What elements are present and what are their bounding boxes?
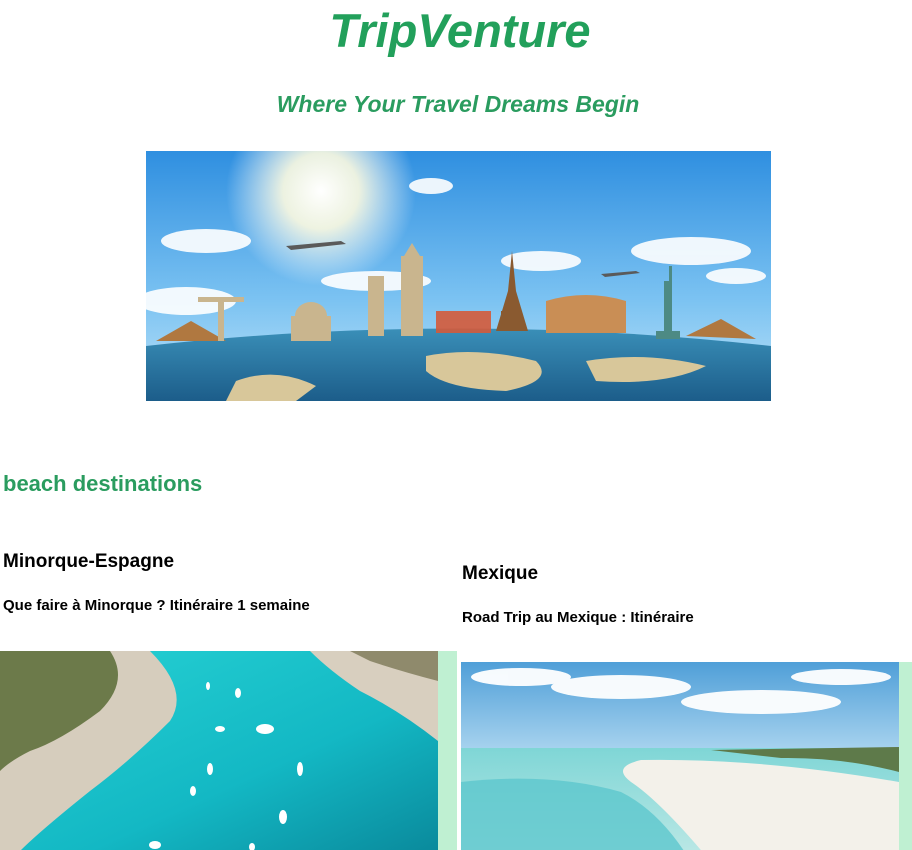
destination-card-mexique[interactable]: Mexique Road Trip au Mexique : Itinérair… (459, 560, 912, 850)
destination-photo-frame (0, 651, 457, 850)
destination-name: Minorque-Espagne (3, 551, 175, 572)
destination-name: Mexique (462, 563, 539, 584)
hero-image (146, 151, 771, 401)
tagline: Where Your Travel Dreams Begin (276, 91, 640, 117)
white-sand-beach-image (461, 662, 899, 850)
destination-card-minorque[interactable]: Minorque-Espagne Que faire à Minorque ? … (0, 548, 457, 850)
world-landmarks-image (146, 151, 771, 401)
destination-photo[interactable] (461, 662, 899, 850)
destination-description: Que faire à Minorque ? Itinéraire 1 sema… (3, 597, 310, 614)
destination-photo[interactable] (0, 651, 438, 850)
page: TripVenture Where Your Travel Dreams Beg… (0, 0, 912, 850)
section-heading: beach destinations (3, 471, 203, 496)
destination-description: Road Trip au Mexique : Itinéraire (462, 609, 694, 626)
turquoise-cove-boats-image (0, 651, 438, 850)
site-title: TripVenture (329, 4, 591, 57)
destination-photo-frame (461, 662, 912, 850)
